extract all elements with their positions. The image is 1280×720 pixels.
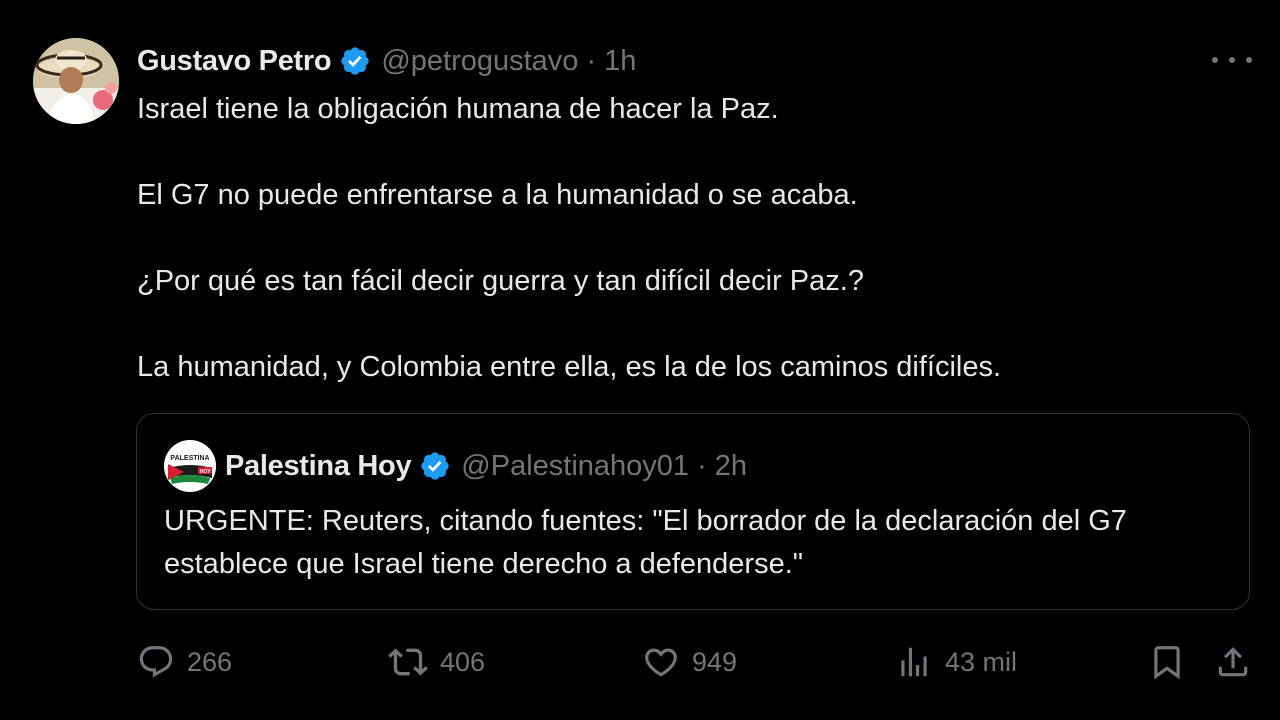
views-button[interactable]: 43 mil bbox=[895, 638, 1017, 686]
tweet-paragraph: El G7 no puede enfrentarse a la humanida… bbox=[137, 179, 858, 211]
reply-count: 266 bbox=[187, 646, 233, 677]
separator-dot: · bbox=[697, 449, 707, 482]
svg-text:HOY: HOY bbox=[200, 469, 212, 475]
action-bar: 266 406 949 43 mil bbox=[0, 638, 1280, 686]
tweet-paragraph: La humanidad, y Colombia entre ella, es … bbox=[137, 351, 1002, 383]
tweet-body: Israel tiene la obligación humana de hac… bbox=[137, 88, 1237, 389]
like-count: 949 bbox=[692, 646, 738, 677]
author-handle[interactable]: @petrogustavo bbox=[381, 45, 578, 78]
author-avatar[interactable] bbox=[33, 38, 119, 124]
reply-icon bbox=[137, 643, 175, 681]
analytics-icon bbox=[895, 643, 933, 681]
author-name[interactable]: Gustavo Petro bbox=[137, 45, 332, 78]
repost-icon bbox=[388, 642, 428, 682]
verified-badge-icon[interactable] bbox=[419, 450, 451, 482]
quoted-author-handle[interactable]: @Palestinahoy01 bbox=[461, 450, 689, 483]
quoted-author-name[interactable]: Palestina Hoy bbox=[225, 450, 412, 483]
repost-count: 406 bbox=[440, 646, 486, 677]
tweet-paragraph: Israel tiene la obligación humana de hac… bbox=[137, 93, 779, 125]
like-button[interactable]: 949 bbox=[642, 638, 737, 686]
share-button[interactable] bbox=[1214, 638, 1252, 686]
quoted-tweet[interactable]: HOY PALESTINA Palestina Hoy @Palestinaho… bbox=[136, 413, 1250, 610]
tweet-timestamp[interactable]: 1h bbox=[604, 45, 636, 78]
verified-badge-icon[interactable] bbox=[339, 45, 371, 77]
tweet-paragraph: ¿Por qué es tan fácil decir guerra y tan… bbox=[137, 265, 864, 297]
share-icon bbox=[1214, 643, 1252, 681]
bookmark-button[interactable] bbox=[1148, 638, 1186, 686]
views-count: 43 mil bbox=[945, 646, 1018, 677]
quoted-tweet-timestamp[interactable]: 2h bbox=[715, 450, 747, 483]
svg-text:PALESTINA: PALESTINA bbox=[170, 455, 209, 462]
tweet[interactable]: Gustavo Petro @petrogustavo · 1h Israel … bbox=[0, 0, 1280, 720]
reply-button[interactable]: 266 bbox=[137, 638, 232, 686]
more-options-icon[interactable] bbox=[1212, 48, 1252, 72]
bookmark-icon bbox=[1148, 643, 1186, 681]
quoted-tweet-header: Palestina Hoy @Palestinahoy01 · 2h bbox=[225, 444, 747, 488]
quoted-tweet-text: URGENTE: Reuters, citando fuentes: "El b… bbox=[164, 505, 1127, 580]
separator-dot: · bbox=[586, 44, 597, 77]
tweet-header: Gustavo Petro @petrogustavo · 1h bbox=[137, 40, 636, 82]
quoted-author-avatar[interactable]: HOY PALESTINA bbox=[164, 440, 216, 492]
heart-icon bbox=[642, 643, 680, 681]
repost-button[interactable]: 406 bbox=[388, 638, 485, 686]
